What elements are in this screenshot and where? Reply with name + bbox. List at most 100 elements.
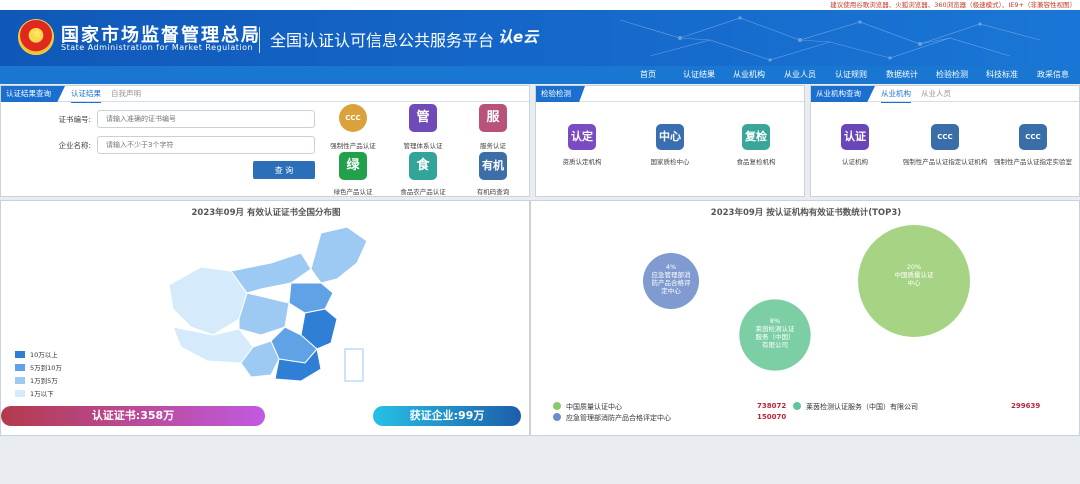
nav-cert-rules[interactable]: 认证规则 [835,66,867,84]
tab-personnel[interactable]: 从业人员 [921,86,951,102]
browser-tip-bar: 建议使用谷歌浏览器、火狐浏览器、360浏览器（极速模式）、IE9+（非兼容性视图… [0,0,1080,10]
service-tile-icon[interactable]: 服 [479,104,507,132]
tile-label: 食品农产品认证 [400,188,446,196]
legend-item: 1万到5万 [15,375,58,385]
bubble-chart-title: 2023年09月 按认证机构有效证书数统计(TOP3) [710,208,902,218]
tile-label: 认证机构 [842,158,868,166]
legend-dot [553,402,561,410]
legend-item: 10万以上 [15,349,58,359]
nav-standards[interactable]: 科技标准 [986,66,1018,84]
legend-name: 中国质量认证中心 [566,403,622,411]
ccc-lab-tile-icon[interactable]: CCC [1019,124,1047,150]
institution-panel-tabs: 从业机构查询 从业机构 从业人员 [811,86,1079,103]
south-sea-inset [344,348,364,382]
organic-tile-icon[interactable]: 有机 [479,152,507,180]
inspection-panel-tabs: 检验检测 [536,86,804,102]
legend-value: 299639 [1011,402,1041,410]
bubble-chart-panel: 2023年09月 按认证机构有效证书数统计(TOP3) 4% 应急管理部消 防产品合… [530,200,1080,436]
legend-dot [553,413,561,421]
platform-title: 全国认证认可信息公共服务平台 [270,31,495,50]
inspection-panel: 检验检测 认定 资质认定机构 中心 国家质检中心 复检 食品复检机构 [535,85,805,197]
food-tile-icon[interactable]: 食 [409,152,437,180]
legend-dot [793,402,801,410]
tab-self-declaration[interactable]: 自我声明 [111,86,141,102]
region-northeast [310,226,368,284]
tab-institution-query[interactable]: 从业机构查询 [811,86,875,102]
tile-label: 服务认证 [480,142,506,150]
tab-inspection[interactable]: 检验检测 [536,86,585,102]
tile-label: 绿色产品认证 [333,188,373,196]
legend-label: 1万以下 [30,390,54,398]
accreditation-tile-icon[interactable]: 认定 [568,124,596,150]
national-emblem-logo: ★ [18,19,54,55]
tile-label: 资质认定机构 [562,158,602,166]
tab-cert-query[interactable]: 认证结果查询 [1,86,65,102]
center-tile-icon[interactable]: 中心 [656,124,684,150]
region-central-west [238,292,290,336]
cert-panel-tabs: 认证结果查询 认证结果 自我声明 [1,86,529,103]
query-button[interactable]: 查 询 [253,161,315,179]
network-decoration [619,16,1041,62]
cert-query-panel: 认证结果查询 认证结果 自我声明 证书编号: 企业名称: 查 询 CCC 强制性… [0,85,530,197]
cert-body-tile-icon[interactable]: 认证 [841,124,869,150]
legend-item: 5万到10万 [15,362,62,372]
cert-no-input[interactable] [97,110,315,128]
bubble-name-label: 定中心 [661,286,681,295]
bubble-name-label: 中心 [908,278,922,287]
nav-cert-results[interactable]: 认证结果 [683,66,715,84]
legend-label: 1万到5万 [30,377,58,385]
nav-statistics[interactable]: 数据统计 [886,66,918,84]
bubble-name-label: 服务（中国） [756,332,795,341]
map-title: 2023年09月 有效认证证书全国分布图 [191,208,341,218]
tab-cert-results[interactable]: 认证结果 [71,86,101,103]
browser-tip: 建议使用谷歌浏览器、火狐浏览器、360浏览器（极速模式）、IE9+（非兼容性视图… [830,1,1076,9]
legend-item-0: 中国质量认证中心 [553,402,622,412]
bubble-percent-label: 8% [770,317,780,325]
bubble-name-label: 莱茵检测认证 [756,324,796,333]
legend-swatch [15,390,25,397]
company-count-stat: 获证企业:99万 [373,406,521,426]
cert-no-label: 证书编号: [58,115,91,124]
nav-personnel[interactable]: 从业人员 [784,66,816,84]
legend-item-1: 莱茵检测认证服务（中国）有限公司 [793,402,918,412]
bubble-percent-label: 20% [907,263,921,271]
tile-label: 管理体系认证 [403,142,443,150]
legend-label: 5万到10万 [30,364,62,372]
nav-procurement[interactable]: 政采信息 [1037,66,1069,84]
company-label: 企业名称: [58,141,91,150]
legend-item: 1万以下 [15,388,54,398]
nav-home[interactable]: 首页 [640,66,656,84]
legend-name: 莱茵检测认证服务（中国）有限公司 [806,403,918,411]
legend-item-2: 应急管理部消防产品合格评定中心 [553,413,671,423]
ccc-body-tile-icon[interactable]: CCC [931,124,959,150]
bubble-name-label: 有限公司 [762,340,788,349]
china-map [168,226,368,382]
nav-inspection[interactable]: 检验检测 [936,66,968,84]
bubble-chart: 4%应急管理部消防产品合格评定中心 8%莱茵检测认证服务（中国）有限公司 20%中国… [643,225,970,371]
legend-value: 738072 [757,402,787,410]
bubble-name-label: 中国质量认证 [895,270,935,279]
company-name-input[interactable] [97,136,315,154]
org-name-en: State Administration for Market Regulati… [61,43,254,52]
nav-institutions[interactable]: 从业机构 [733,66,765,84]
tile-label: 食品复检机构 [736,158,776,166]
map-panel: 2023年09月 有效认证证书全国分布图 10万以上 5万到10万 1万到5万 … [0,200,530,436]
tab-institutions[interactable]: 从业机构 [881,86,911,103]
tile-label: 有机码查询 [476,188,510,196]
site-header: ★ 国家市场监督管理总局 State Administration for Ma… [0,10,1080,66]
legend-value: 150070 [757,413,787,421]
bubble-name-label: 防产品合格评 [652,278,692,287]
management-tile-icon[interactable]: 管 [409,104,437,132]
green-product-tile-icon[interactable]: 绿 [339,152,367,180]
legend-swatch [15,364,25,371]
bubble-percent-label: 4% [666,263,676,271]
main-nav: 首页 认证结果 从业机构 从业人员 认证规则 数据统计 检验检测 科技标准 政采… [0,66,1080,84]
ccc-tile-icon[interactable]: CCC [339,104,367,132]
legend-label: 10万以上 [30,351,58,359]
header-divider [259,27,260,53]
region-north-china [288,282,334,314]
legend-name: 应急管理部消防产品合格评定中心 [566,414,671,422]
recheck-tile-icon[interactable]: 复检 [742,124,770,150]
cert-count-stat: 认证证书:358万 [1,406,265,426]
tile-label: 强制性产品认证 [330,142,376,150]
